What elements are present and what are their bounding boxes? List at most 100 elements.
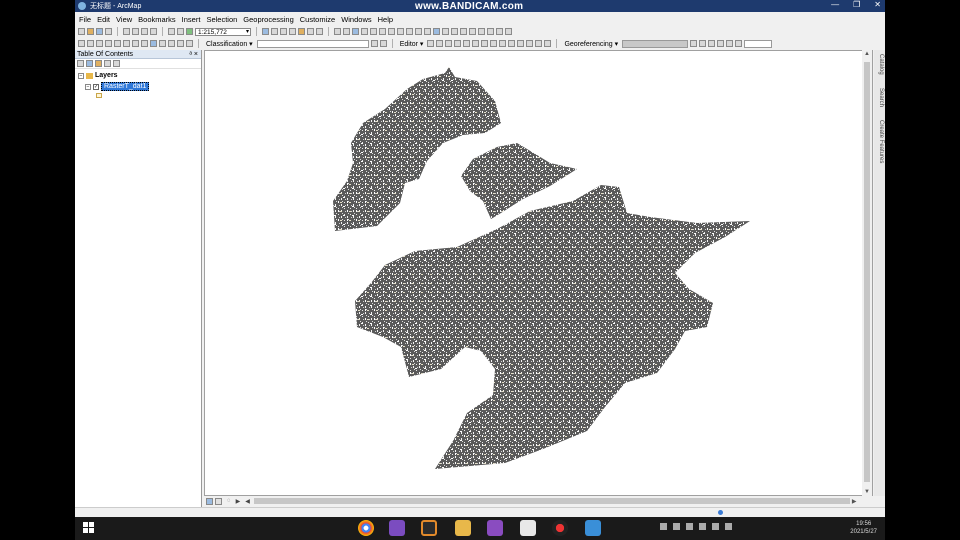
vertical-scrollbar[interactable]: ▲ ▼ (862, 50, 872, 496)
close-button[interactable]: ✕ (874, 0, 881, 9)
georeferencing-layer-combo[interactable] (622, 39, 689, 48)
trace-icon[interactable] (463, 40, 471, 47)
georeferencing-menu[interactable]: Georeferencing ▾ (564, 40, 618, 48)
undo-icon[interactable] (168, 28, 175, 35)
fixed-zoom-out-icon[interactable] (379, 28, 386, 35)
menu-geoprocessing[interactable]: Geoprocessing (243, 15, 293, 24)
toc-window-icon[interactable] (271, 28, 278, 35)
open-folder-icon[interactable] (87, 28, 94, 35)
pause-drawing-icon[interactable]: ▶ (236, 498, 241, 505)
classification-layer-combo[interactable] (256, 39, 369, 48)
toc-options-icon[interactable] (113, 60, 120, 67)
end-point-arc-icon[interactable] (454, 40, 462, 47)
map-view[interactable] (204, 50, 873, 496)
scroll-right-icon[interactable]: ▶ (852, 498, 857, 505)
create-features-icon[interactable] (544, 40, 552, 47)
horizontal-scroll-thumb[interactable] (253, 498, 850, 504)
catalog-window-icon[interactable] (280, 28, 287, 35)
system-clock[interactable]: 19:56 2021/5/27 (850, 520, 877, 536)
menu-windows[interactable]: Windows (341, 15, 371, 24)
visual-studio-icon[interactable] (389, 520, 405, 536)
copy-icon[interactable] (132, 28, 139, 35)
view-link-table-icon[interactable] (717, 40, 725, 47)
tray-input-icon[interactable] (712, 523, 719, 530)
tray-notification-icon[interactable] (725, 523, 732, 530)
raster-layer-name[interactable]: RasterT_dat1 (101, 82, 150, 91)
point-icon[interactable] (472, 40, 480, 47)
georef-input[interactable] (744, 39, 773, 48)
rotate-icon[interactable] (517, 40, 525, 47)
toc-raster-layer-row[interactable]: − ✓ RasterT_dat1 (85, 82, 150, 91)
viewer-window-icon[interactable] (505, 28, 512, 35)
line-color-icon[interactable] (159, 40, 166, 47)
file-explorer-icon[interactable] (455, 520, 471, 536)
sketch-properties-icon[interactable] (535, 40, 543, 47)
vertical-scroll-thumb[interactable] (864, 62, 870, 482)
print-icon[interactable] (105, 28, 112, 35)
edit-tool-icon[interactable] (427, 40, 435, 47)
georef-options-icon[interactable] (735, 40, 743, 47)
hyperlink-icon[interactable] (442, 28, 449, 35)
attributes-icon[interactable] (526, 40, 534, 47)
editor-menu[interactable]: Editor ▾ (400, 40, 424, 48)
menu-insert[interactable]: Insert (182, 15, 201, 24)
shift-raster-icon[interactable] (699, 40, 707, 47)
list-by-source-icon[interactable] (86, 60, 93, 67)
collapse-icon[interactable]: − (78, 72, 84, 79)
time-slider-icon[interactable] (496, 28, 503, 35)
fill-color-icon[interactable] (150, 40, 157, 47)
add-data-icon[interactable] (186, 28, 193, 35)
create-features-tab[interactable]: Create Features (875, 120, 884, 163)
tray-security-icon[interactable] (699, 523, 706, 530)
model-builder-icon[interactable] (316, 28, 323, 35)
reshape-icon[interactable] (490, 40, 498, 47)
menu-file[interactable]: File (79, 15, 91, 24)
search-tab[interactable]: Search (875, 88, 884, 107)
toc-layers-row[interactable]: − Layers (78, 72, 118, 79)
draw-rectangle-icon[interactable] (123, 40, 130, 47)
windows-start-icon[interactable] (83, 522, 95, 534)
save-icon[interactable] (96, 28, 103, 35)
scroll-left-icon[interactable]: ◀ (245, 498, 250, 505)
menu-help[interactable]: Help (378, 15, 393, 24)
zoom-in-icon[interactable] (334, 28, 341, 35)
rotate-raster-icon[interactable] (690, 40, 698, 47)
find-icon[interactable] (469, 28, 476, 35)
minimize-button[interactable]: — (831, 0, 839, 9)
menu-edit[interactable]: Edit (97, 15, 110, 24)
redo-icon[interactable] (177, 28, 184, 35)
restore-button[interactable]: ❐ (853, 0, 860, 9)
fixed-zoom-in-icon[interactable] (370, 28, 377, 35)
straight-segment-icon[interactable] (445, 40, 453, 47)
list-by-visibility-icon[interactable] (95, 60, 102, 67)
typora-icon[interactable] (520, 520, 536, 536)
refresh-icon[interactable]: ◌ (227, 498, 231, 505)
classification-tool-icon[interactable] (370, 40, 378, 47)
paste-icon[interactable] (141, 28, 148, 35)
cut-icon[interactable] (123, 28, 130, 35)
tray-network-icon[interactable] (673, 523, 680, 530)
app-c-icon[interactable] (421, 520, 437, 536)
layout-view-button[interactable] (215, 497, 222, 505)
viewer-icon[interactable] (726, 40, 734, 47)
menu-selection[interactable]: Selection (206, 15, 237, 24)
full-extent-icon[interactable] (361, 28, 368, 35)
select-elements-icon[interactable] (424, 28, 431, 35)
menu-bookmarks[interactable]: Bookmarks (138, 15, 176, 24)
list-by-drawing-order-icon[interactable] (77, 60, 84, 67)
arcmap-taskbar-icon[interactable] (585, 520, 601, 536)
html-popup-icon[interactable] (451, 28, 458, 35)
search-window-icon[interactable] (289, 28, 296, 35)
tray-app-icon[interactable] (660, 523, 667, 530)
layer-effects-icon[interactable] (177, 40, 184, 47)
edit-annotation-icon[interactable] (436, 40, 444, 47)
text-tool-icon[interactable] (132, 40, 139, 47)
classification-menu[interactable]: Classification ▾ (206, 40, 253, 48)
layout-pan-icon[interactable] (96, 40, 103, 47)
find-route-icon[interactable] (478, 28, 485, 35)
zoom-whole-page-icon[interactable] (105, 40, 112, 47)
font-color-icon[interactable] (141, 40, 148, 47)
scroll-down-icon[interactable]: ▼ (864, 489, 870, 495)
arctoolbox-icon[interactable] (298, 28, 305, 35)
add-control-points-icon[interactable] (708, 40, 716, 47)
